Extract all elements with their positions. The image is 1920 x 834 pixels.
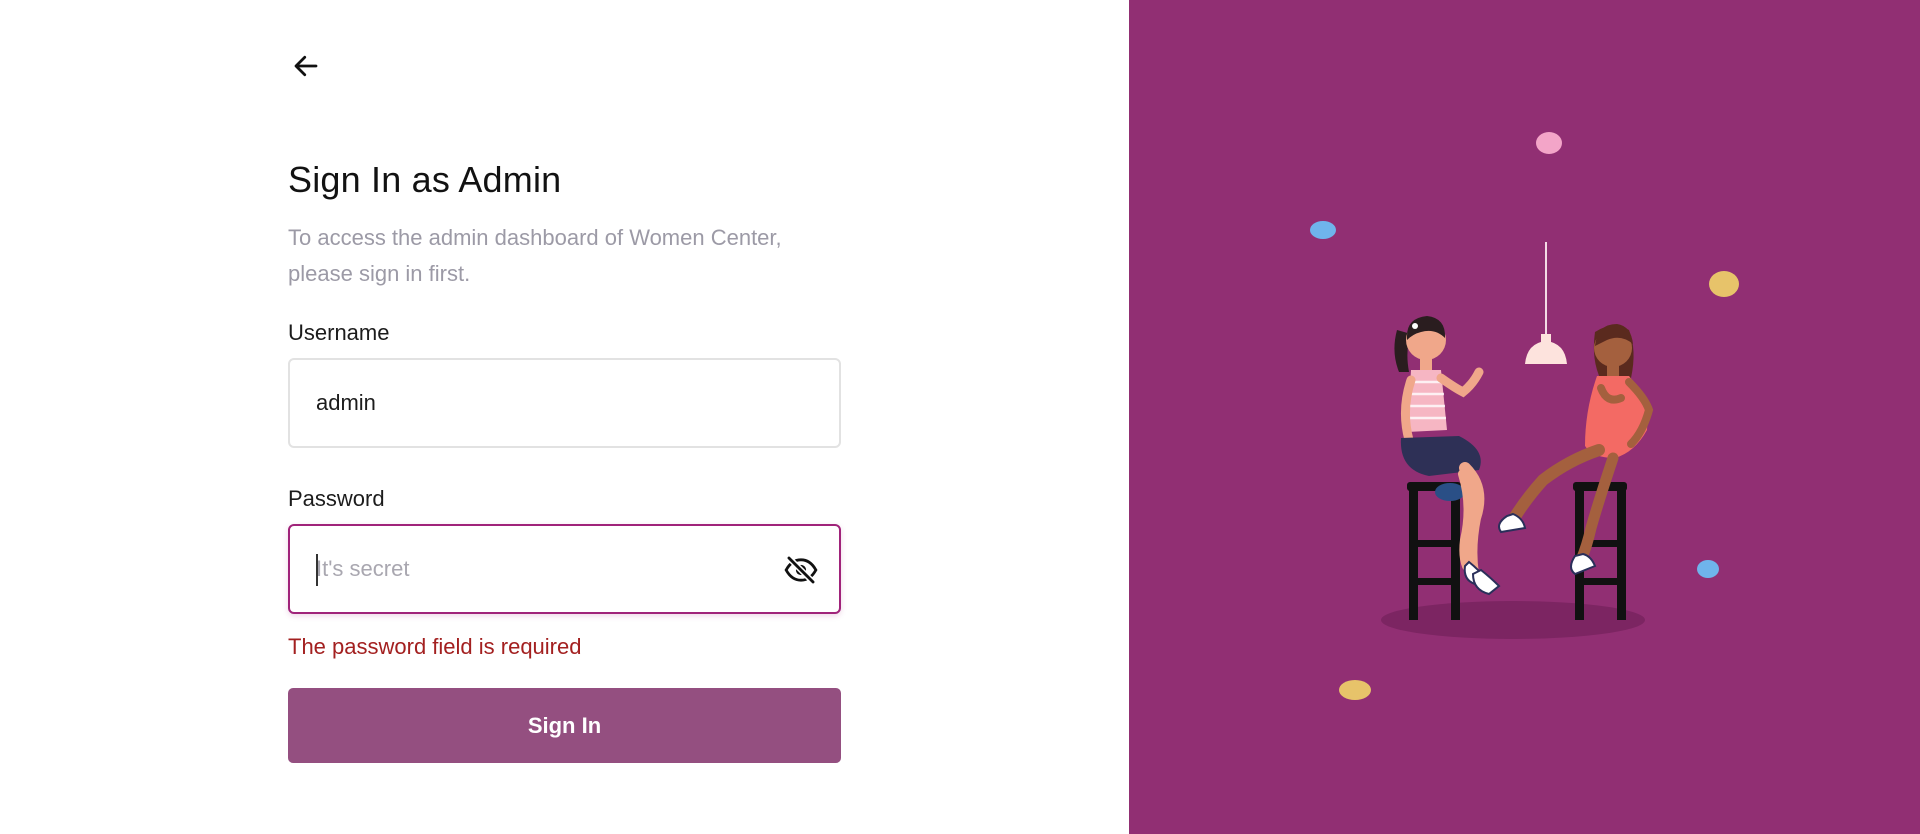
- arrow-left-icon: [294, 55, 318, 77]
- confetti-blue: [1697, 560, 1719, 578]
- password-field-container: [288, 524, 841, 614]
- sign-in-button[interactable]: Sign In: [288, 688, 841, 763]
- illustration-panel: [1129, 0, 1920, 834]
- password-label: Password: [288, 486, 385, 511]
- two-women-on-bar-stools: [1310, 132, 1739, 700]
- back-button[interactable]: [284, 44, 328, 88]
- page-title: Sign In as Admin: [288, 159, 562, 200]
- password-visibility-toggle[interactable]: [783, 552, 819, 588]
- username-input[interactable]: [290, 360, 839, 446]
- left-stool: [1407, 482, 1461, 620]
- password-error-message: The password field is required: [288, 634, 582, 659]
- confetti-yellow: [1339, 680, 1371, 700]
- confetti-yellow: [1709, 271, 1739, 297]
- woman-right: [1498, 324, 1654, 576]
- page-subtitle: To access the admin dashboard of Women C…: [288, 225, 782, 286]
- confetti-pink: [1536, 132, 1562, 154]
- username-label: Username: [288, 320, 390, 345]
- eye-slash-icon: [784, 554, 818, 586]
- confetti-blue: [1310, 221, 1336, 239]
- text-caret: [316, 554, 318, 586]
- signin-panel: Sign In as Admin To access the admin das…: [0, 0, 1129, 834]
- signin-form: Sign In as Admin To access the admin das…: [288, 156, 841, 763]
- password-input[interactable]: [290, 526, 839, 612]
- lamp-shade: [1525, 341, 1567, 364]
- username-field-container: [288, 358, 841, 448]
- floor-shadow: [1381, 601, 1645, 639]
